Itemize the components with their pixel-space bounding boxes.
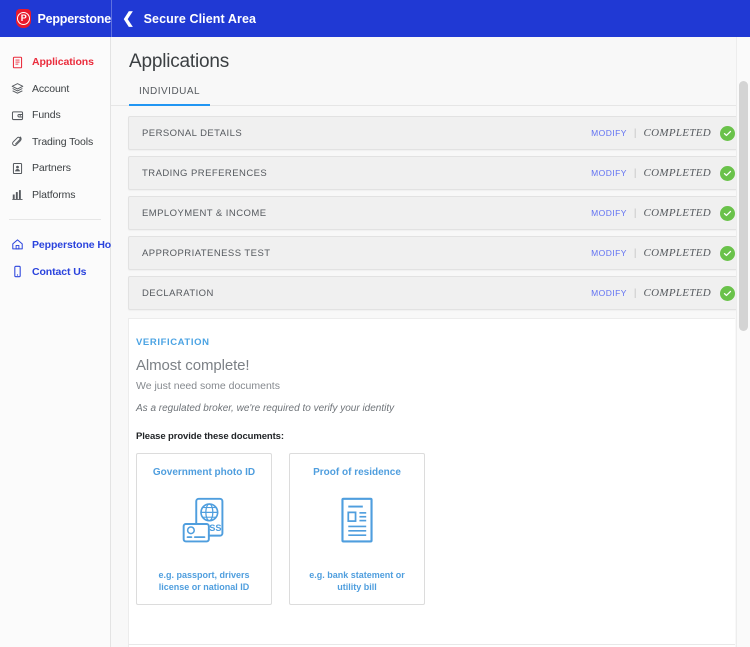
document-card-proof-of-residence[interactable]: Proof of residence e.g. bank statement o… [289, 453, 425, 605]
verification-heading: Almost complete! [136, 357, 250, 374]
separator: | [633, 287, 637, 299]
document-card-caption: e.g. bank statement or utility bill [309, 569, 405, 592]
tag-icon [11, 135, 24, 148]
sidebar-item-label: Partners [32, 162, 71, 175]
sidebar-item-funds[interactable]: Funds [0, 102, 110, 129]
section-label: DECLARATION [142, 287, 214, 299]
status-text: COMPLETED [643, 127, 711, 139]
sidebar-item-label: Account [32, 82, 70, 95]
bar-chart-icon [11, 188, 24, 201]
top-bar: P Pepperstone ❮ Secure Client Area [0, 0, 750, 37]
verification-panel: VERIFICATION Almost complete! We just ne… [128, 318, 735, 647]
sidebar-item-trading-tools[interactable]: Trading Tools [0, 129, 110, 156]
back-nav-group[interactable]: ❮ Secure Client Area [122, 11, 256, 26]
page-title: Applications [129, 51, 230, 72]
provide-documents-label: Please provide these documents: [136, 431, 284, 442]
status-text: COMPLETED [643, 247, 711, 259]
modify-link[interactable]: MODIFY [591, 248, 627, 258]
home-icon [11, 238, 24, 251]
pepperstone-shield-icon: P [16, 9, 32, 28]
modify-link[interactable]: MODIFY [591, 208, 627, 218]
sidebar-primary-group: Applications Account Funds Trading Tools… [0, 37, 110, 208]
section-label: EMPLOYMENT & INCOME [142, 207, 267, 219]
sidebar-item-label: Trading Tools [32, 135, 94, 148]
sidebar-item-label: Funds [32, 109, 61, 122]
document-card-caption: e.g. passport, drivers license or nation… [158, 569, 250, 592]
wallet-icon [11, 109, 24, 122]
sidebar-item-account[interactable]: Account [0, 76, 110, 103]
separator: | [633, 167, 637, 179]
sidebar-item-pepperstone-home[interactable]: Pepperstone Home [0, 231, 126, 258]
section-label: TRADING PREFERENCES [142, 167, 268, 179]
sidebar-item-applications[interactable]: Applications [0, 49, 110, 76]
modify-link[interactable]: MODIFY [591, 128, 627, 138]
modify-link[interactable]: MODIFY [591, 168, 627, 178]
separator: | [633, 127, 637, 139]
secure-client-area-title: Secure Client Area [143, 11, 257, 26]
check-circle-icon [720, 245, 735, 261]
tab-bar: INDIVIDUAL [129, 86, 750, 106]
page-scrollbar-track[interactable] [736, 37, 750, 647]
status-text: COMPLETED [643, 167, 711, 179]
sidebar-item-label: Platforms [32, 188, 76, 201]
section-row-declaration[interactable]: DECLARATION MODIFY | COMPLETED [128, 276, 744, 310]
sidebar: Applications Account Funds Trading Tools… [0, 37, 126, 647]
section-label: APPROPRIATENESS TEST [142, 247, 271, 259]
section-row-trading-preferences[interactable]: TRADING PREFERENCES MODIFY | COMPLETED [128, 156, 744, 190]
brand-initial: P [17, 12, 31, 25]
check-circle-icon [720, 165, 735, 181]
section-label: PERSONAL DETAILS [142, 127, 243, 139]
chevron-left-icon[interactable]: ❮ [122, 11, 135, 26]
sidebar-item-contact-us[interactable]: Contact Us [0, 258, 110, 285]
section-row-employment-income[interactable]: EMPLOYMENT & INCOME MODIFY | COMPLETED [128, 196, 744, 230]
document-lines-icon [330, 479, 384, 569]
brand-logo[interactable]: P Pepperstone [16, 9, 111, 28]
check-circle-icon [720, 285, 735, 301]
contact-card-icon [11, 162, 24, 175]
layers-icon [11, 82, 24, 95]
document-cards: Government photo ID PASS [136, 453, 735, 605]
passport-id-icon: PASS [173, 479, 235, 569]
sidebar-item-label: Applications [32, 56, 94, 69]
topbar-divider [111, 0, 112, 37]
sidebar-item-partners[interactable]: Partners [0, 155, 110, 182]
sidebar-secondary-group: Pepperstone Home Contact Us [0, 220, 126, 285]
status-text: COMPLETED [643, 287, 711, 299]
verification-kicker: VERIFICATION [136, 337, 210, 348]
section-row-appropriateness-test[interactable]: APPROPRIATENESS TEST MODIFY | COMPLETED [128, 236, 744, 270]
verification-subheading: We just need some documents [136, 380, 280, 392]
status-text: COMPLETED [643, 207, 711, 219]
tab-individual[interactable]: INDIVIDUAL [129, 86, 211, 106]
section-row-personal-details[interactable]: PERSONAL DETAILS MODIFY | COMPLETED [128, 116, 744, 150]
separator: | [633, 247, 637, 259]
check-circle-icon [720, 205, 735, 221]
modify-link[interactable]: MODIFY [591, 288, 627, 298]
main-content: Applications INDIVIDUAL PERSONAL DETAILS… [111, 37, 750, 647]
brand-name: Pepperstone [37, 11, 111, 26]
document-icon [11, 56, 24, 69]
page-scrollbar-thumb[interactable] [739, 81, 748, 331]
sidebar-item-platforms[interactable]: Platforms [0, 182, 110, 209]
document-card-government-photo-id[interactable]: Government photo ID PASS [136, 453, 272, 605]
separator: | [633, 207, 637, 219]
application-sections-list: PERSONAL DETAILS MODIFY | COMPLETED TRAD… [111, 106, 750, 310]
document-card-title: Proof of residence [313, 467, 401, 478]
verification-note: As a regulated broker, we're required to… [136, 403, 395, 414]
document-card-title: Government photo ID [152, 467, 256, 478]
sidebar-item-label: Contact Us [32, 265, 87, 278]
check-circle-icon [720, 125, 735, 141]
mobile-phone-icon [11, 265, 24, 278]
